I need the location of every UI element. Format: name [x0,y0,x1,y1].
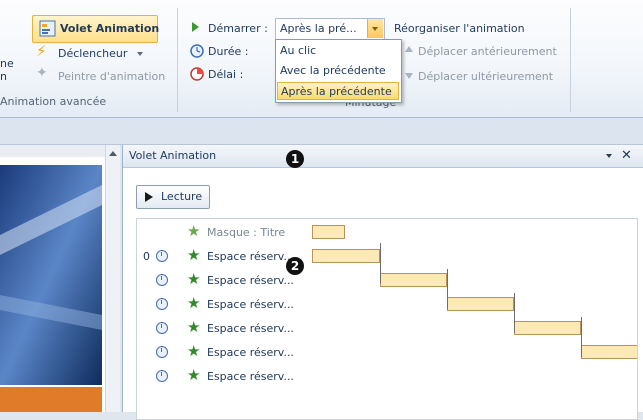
list-item-label: Espace réserv... [207,298,294,311]
volet-animation-label: Volet Animation [60,22,160,35]
list-item-label: Espace réserv... [207,274,294,287]
move-earlier-button[interactable]: Déplacer antérieurement [418,45,557,58]
list-item-number: 0 [143,250,150,263]
animation-list: ★ Masque : Titre 0 ★ Espace réserv... ★ … [136,218,638,420]
timeline-bar[interactable] [312,249,380,263]
list-item[interactable]: ★ Espace réserv... [137,317,637,341]
timeline-bar[interactable] [514,321,581,335]
delay-icon [190,67,204,81]
peintre-animation-label: Peintre d'animation [58,70,166,83]
chevron-down-icon [372,27,378,31]
arrow-down-icon [405,73,413,79]
pane-title: Volet Animation [129,149,217,162]
list-item[interactable]: ★ Espace réserv... [137,293,637,317]
close-icon[interactable]: ✕ [621,148,632,163]
declencheur-label: Déclencheur [58,47,128,60]
star-icon: ★ [187,270,201,288]
clock-icon [156,274,168,286]
partial-label-top: ne [0,57,14,70]
play-label: Lecture [161,190,203,203]
list-item[interactable]: ★ Espace réserv... [137,341,637,365]
list-item-label: Espace réserv... [207,346,294,359]
clock-icon [156,346,168,358]
star-icon: ★ [187,366,201,384]
brush-star-icon: ✦ [36,65,48,81]
volet-animation-button[interactable]: Volet Animation [32,15,160,43]
pane-title-bar: Volet Animation ✕ [123,145,643,168]
clock-icon [156,298,168,310]
start-combo-value: Après la pré... [280,22,357,35]
list-item-label: Espace réserv... [207,250,294,263]
peintre-animation-button[interactable]: ✦ Peintre d'animation [34,65,174,85]
pane-menu-icon[interactable] [606,154,612,158]
callout-marker-1: 1 [286,150,304,168]
list-item[interactable]: ★ Espace réserv... [137,365,637,389]
start-dropdown-list: Au clic Avec la précédente Après la préc… [275,39,402,103]
star-icon: ★ [187,246,201,264]
group-separator [177,8,178,112]
reorder-title: Réorganiser l'animation [394,22,525,35]
timeline-connector [380,243,381,283]
slide-thumbnail[interactable] [0,145,105,412]
duree-label: Durée : [208,45,249,58]
declencheur-button[interactable]: ⚡ Déclencheur [34,42,144,62]
move-later-button[interactable]: Déplacer ultérieurement [418,70,553,83]
star-icon: ★ [187,294,201,312]
timeline-connector [514,293,515,333]
scroll-up-icon[interactable] [109,151,117,156]
star-icon: ★ [187,222,201,240]
animation-pane-icon [39,20,56,37]
chevron-down-icon [137,52,143,56]
clock-icon [156,322,168,334]
callout-marker-2: 2 [286,257,304,275]
start-combo-arrow[interactable] [367,19,383,38]
star-icon: ★ [187,342,201,360]
partial-label-bottom: n [0,70,7,83]
play-icon [145,192,153,202]
option-au-clic[interactable]: Au clic [280,42,316,60]
arrow-up-icon [405,46,413,52]
option-apres-precedente[interactable]: Après la précédente [277,82,399,100]
clock-icon [190,44,204,58]
demarrer-label: Démarrer : [208,22,268,35]
star-icon: ★ [187,318,201,336]
list-item-label: Espace réserv... [207,370,294,383]
list-item[interactable]: ★ Espace réserv... [137,269,637,293]
toolbar-strip [0,118,643,145]
slide-scrollbar[interactable] [105,145,120,412]
list-item-label: Espace réserv... [207,322,294,335]
timeline-connector [581,317,582,357]
list-item[interactable]: 0 ★ Espace réserv... [137,245,637,269]
animation-pane: Volet Animation ✕ Lecture ★ Masque : Tit… [122,145,643,420]
lightning-icon: ⚡ [36,42,47,60]
play-button[interactable]: Lecture [136,185,210,209]
slide-area [0,145,117,412]
list-item-label: Masque : Titre [207,226,286,239]
ribbon: ne n Volet Animation ⚡ Déclencheur ✦ Pei… [0,0,643,118]
timeline-connector [447,269,448,309]
play-triangle-icon [192,22,199,32]
group-title-advanced: Animation avancée [0,95,107,108]
timeline-bar[interactable] [312,225,345,239]
list-item[interactable]: ★ Masque : Titre [137,221,637,245]
timeline-bar[interactable] [380,273,447,287]
option-avec-precedente[interactable]: Avec la précédente [280,62,386,80]
group-separator [570,8,571,112]
clock-icon [156,250,168,262]
timeline-bar[interactable] [447,297,514,311]
delai-label: Délai : [208,68,244,81]
timeline-bar[interactable] [581,345,637,359]
clock-icon [156,370,168,382]
